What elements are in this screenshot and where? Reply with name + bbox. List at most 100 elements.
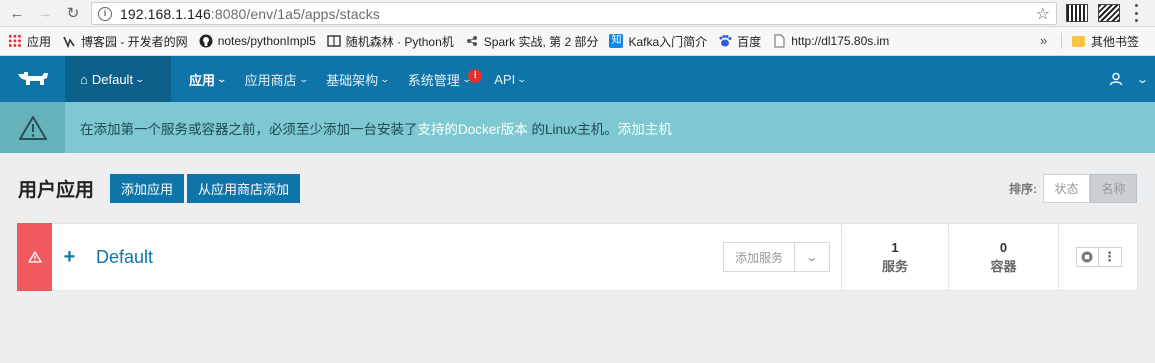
- bookmark-random-forest[interactable]: 随机森林 · Python机: [327, 33, 454, 50]
- services-number: 1: [891, 239, 899, 255]
- user-menu[interactable]: ⌄: [1109, 56, 1149, 102]
- sort-by-state-button[interactable]: 状态: [1043, 174, 1090, 203]
- stack-warning-indicator[interactable]: [17, 223, 52, 291]
- bookmarks-overflow-button[interactable]: »: [1040, 33, 1047, 48]
- bookmark-kafka[interactable]: 知 Kafka入门简介: [609, 33, 707, 50]
- alert-badge: !: [468, 69, 483, 83]
- containers-label: 容器: [990, 258, 1017, 274]
- rancher-logo[interactable]: [0, 56, 65, 102]
- environment-switcher[interactable]: ⌂ Default ⌄: [65, 56, 171, 102]
- book-icon: [327, 34, 341, 48]
- more-actions-button[interactable]: ⋮: [1099, 248, 1121, 266]
- services-count: 1 服务: [841, 224, 948, 290]
- extension-icon[interactable]: [1066, 4, 1088, 22]
- add-service-dropdown[interactable]: ⌄: [795, 242, 830, 272]
- expand-stack-button[interactable]: +: [52, 246, 87, 269]
- browser-menu-icon[interactable]: [1135, 4, 1139, 22]
- bookmark-label: 百度: [737, 34, 762, 49]
- forward-icon[interactable]: →: [34, 2, 56, 24]
- bookmark-github[interactable]: notes/pythonImpl5: [199, 34, 316, 48]
- nav-catalog[interactable]: 应用商店 ⌄: [235, 56, 317, 102]
- url-path: :8080/env/1a5/apps/stacks: [210, 5, 380, 22]
- banner-text: 的Linux主机。: [527, 121, 618, 137]
- stop-button[interactable]: [1077, 248, 1099, 266]
- chevron-down-icon: ⌄: [379, 73, 391, 84]
- nav-label: 应用商店: [244, 72, 297, 88]
- stack-name-link[interactable]: Default: [96, 247, 153, 268]
- containers-number: 0: [999, 239, 1008, 255]
- warning-banner: 在添加第一个服务或容器之前，必须至少添加一台安装了支持的Docker版本 的Li…: [0, 102, 1155, 153]
- add-host-link[interactable]: 添加主机: [618, 122, 672, 137]
- bookmark-label: 应用: [27, 34, 52, 49]
- page-header: 用户应用 添加应用 从应用商店添加: [18, 174, 303, 203]
- bookmark-apps[interactable]: 应用: [8, 33, 51, 50]
- zhihu-icon: 知: [609, 34, 624, 48]
- chevron-down-icon: ⌄: [805, 251, 819, 264]
- user-icon: [1109, 72, 1122, 86]
- sort-controls: 排序: 状态 名称: [1009, 174, 1137, 203]
- nav-label: 应用: [189, 72, 216, 88]
- url-text[interactable]: 192.168.1.146:8080/env/1a5/apps/stacks: [120, 6, 380, 22]
- bookmark-baidu[interactable]: 百度: [718, 33, 761, 50]
- bookmark-dl175[interactable]: http://dl175.80s.im: [772, 34, 889, 48]
- add-from-catalog-button[interactable]: 从应用商店添加: [187, 174, 301, 203]
- banner-message: 在添加第一个服务或容器之前，必须至少添加一台安装了支持的Docker版本 的Li…: [80, 118, 672, 138]
- nav-infrastructure[interactable]: 基础架构 ⌄: [316, 56, 398, 102]
- stack-actions: ⋮: [1058, 224, 1138, 290]
- extension-icon[interactable]: [1098, 4, 1120, 22]
- nav-label: API: [494, 71, 516, 87]
- nav-label: 基础架构: [326, 72, 379, 88]
- bookmarks-bar: 应用 博客园 - 开发者的网 notes/pythonImpl5 随机森林 · …: [0, 27, 1155, 56]
- bookmark-label: notes/pythonImpl5: [217, 34, 316, 48]
- cnblogs-icon: [62, 34, 76, 49]
- url-host: 192.168.1.146: [120, 5, 211, 22]
- banner-text: 在添加第一个服务或容器之前，必须至少添加一台安装了: [80, 121, 418, 137]
- address-bar[interactable]: i 192.168.1.146:8080/env/1a5/apps/stacks…: [91, 2, 1057, 25]
- chevron-down-icon: ⌄: [516, 73, 528, 84]
- chevron-down-icon: ⌄: [216, 73, 228, 84]
- environment-label: Default: [91, 71, 134, 87]
- page-title: 用户应用: [18, 180, 95, 201]
- bookmark-label: Kafka入门简介: [628, 34, 708, 49]
- stop-icon: [1081, 251, 1093, 263]
- warning-icon: [27, 251, 42, 263]
- action-button-group: ⋮: [1075, 247, 1122, 267]
- bookmark-label: 博客园 - 开发者的网: [81, 34, 188, 49]
- sort-by-name-button[interactable]: 名称: [1090, 174, 1137, 203]
- bookmark-label: 随机森林 · Python机: [345, 34, 454, 49]
- warning-icon: [0, 102, 65, 153]
- top-navigation: ⌂ Default ⌄ 应用 ⌄ 应用商店 ⌄ 基础架构 ⌄ 系统管理 ⌄ ! API ⌄…: [0, 56, 1155, 102]
- chevron-down-icon: ⌄: [134, 73, 146, 84]
- star-icon[interactable]: ☆: [1036, 4, 1050, 24]
- stack-row: + Default 添加服务 ⌄ 1 服务 0 容器 ⋮: [17, 223, 1138, 291]
- containers-count: 0 容器: [948, 224, 1058, 290]
- folder-label: 其他书签: [1091, 35, 1140, 49]
- other-bookmarks-folder[interactable]: 其他书签: [1072, 33, 1139, 50]
- services-label: 服务: [881, 258, 908, 274]
- nav-stacks[interactable]: 应用 ⌄: [179, 56, 235, 102]
- docker-versions-link[interactable]: 支持的Docker版本: [418, 122, 528, 137]
- github-icon: [199, 34, 213, 48]
- nav-label: 系统管理: [407, 72, 460, 88]
- browser-toolbar: ← → ↻ i 192.168.1.146:8080/env/1a5/apps/…: [0, 0, 1155, 27]
- reload-icon[interactable]: ↻: [62, 2, 84, 24]
- folder-icon: [1072, 36, 1085, 47]
- sort-label: 排序:: [1009, 182, 1037, 196]
- nav-api[interactable]: API ⌄: [484, 56, 535, 102]
- chevron-down-icon: ⌄: [1135, 73, 1149, 86]
- nav-admin[interactable]: 系统管理 ⌄ !: [398, 56, 485, 102]
- spark-icon: [465, 34, 479, 48]
- home-icon: ⌂: [80, 71, 88, 87]
- baidu-icon: [718, 34, 732, 48]
- page-icon: [772, 34, 786, 48]
- add-service-button[interactable]: 添加服务: [723, 242, 795, 272]
- chevron-down-icon: ⌄: [298, 73, 309, 84]
- info-icon[interactable]: i: [98, 6, 112, 21]
- bookmark-label: http://dl175.80s.im: [791, 34, 890, 48]
- apps-icon: [8, 34, 22, 48]
- bookmark-cnblogs[interactable]: 博客园 - 开发者的网: [62, 33, 188, 50]
- bookmark-spark[interactable]: Spark 实战, 第 2 部分: [465, 33, 598, 50]
- divider: [1061, 33, 1062, 49]
- back-icon[interactable]: ←: [6, 2, 28, 24]
- add-stack-button[interactable]: 添加应用: [110, 174, 185, 203]
